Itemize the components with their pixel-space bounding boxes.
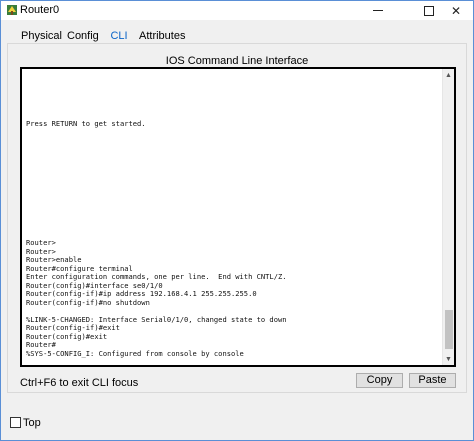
cli-focus-hint: Ctrl+F6 to exit CLI focus	[20, 377, 139, 389]
maximize-icon	[424, 5, 434, 16]
cli-panel: IOS Command Line Interface Press RETURN …	[7, 43, 467, 393]
paste-button[interactable]: Paste	[409, 373, 456, 388]
console-line: Press RETURN to get started.	[26, 119, 146, 128]
console-line: Router>	[26, 238, 56, 247]
tab-config[interactable]: Config	[67, 27, 99, 44]
tab-bar: Physical Config CLI Attributes	[7, 27, 467, 45]
tab-cli[interactable]: CLI	[103, 27, 135, 44]
window-title: Router0	[20, 4, 60, 16]
tab-physical[interactable]: Physical	[21, 27, 62, 44]
scroll-up-icon[interactable]: ▲	[443, 69, 454, 81]
console-line: %SYS-5-CONFIG_I: Configured from console…	[26, 348, 244, 358]
router-icon	[6, 4, 18, 16]
scroll-thumb[interactable]	[445, 310, 453, 349]
copy-button[interactable]: Copy	[356, 373, 403, 388]
console-line: Router(config-if)#no shutdown	[26, 297, 150, 307]
app-window: Router0 ✕ Physical Config CLI Attributes…	[0, 0, 474, 441]
panel-title: IOS Command Line Interface	[165, 55, 309, 67]
tab-attributes[interactable]: Attributes	[139, 27, 185, 44]
console-line: Router>	[26, 246, 56, 256]
close-button[interactable]: ✕	[439, 1, 473, 20]
minimize-icon	[373, 10, 383, 11]
top-checkbox[interactable]	[10, 417, 21, 428]
close-icon: ✕	[450, 3, 462, 18]
console-line: Router(config)#exit	[26, 331, 108, 341]
bottom-bar: Top	[1, 406, 473, 440]
top-label: Top	[23, 417, 41, 429]
console-output[interactable]: Press RETURN to get started. Router> Route…	[26, 69, 440, 365]
scroll-down-icon[interactable]: ▼	[443, 353, 454, 365]
minimize-button[interactable]	[361, 1, 395, 20]
cli-console[interactable]: Press RETURN to get started. Router> Route…	[20, 67, 456, 367]
console-scrollbar[interactable]: ▲ ▼	[442, 69, 454, 365]
title-bar[interactable]: Router0 ✕	[1, 1, 473, 20]
